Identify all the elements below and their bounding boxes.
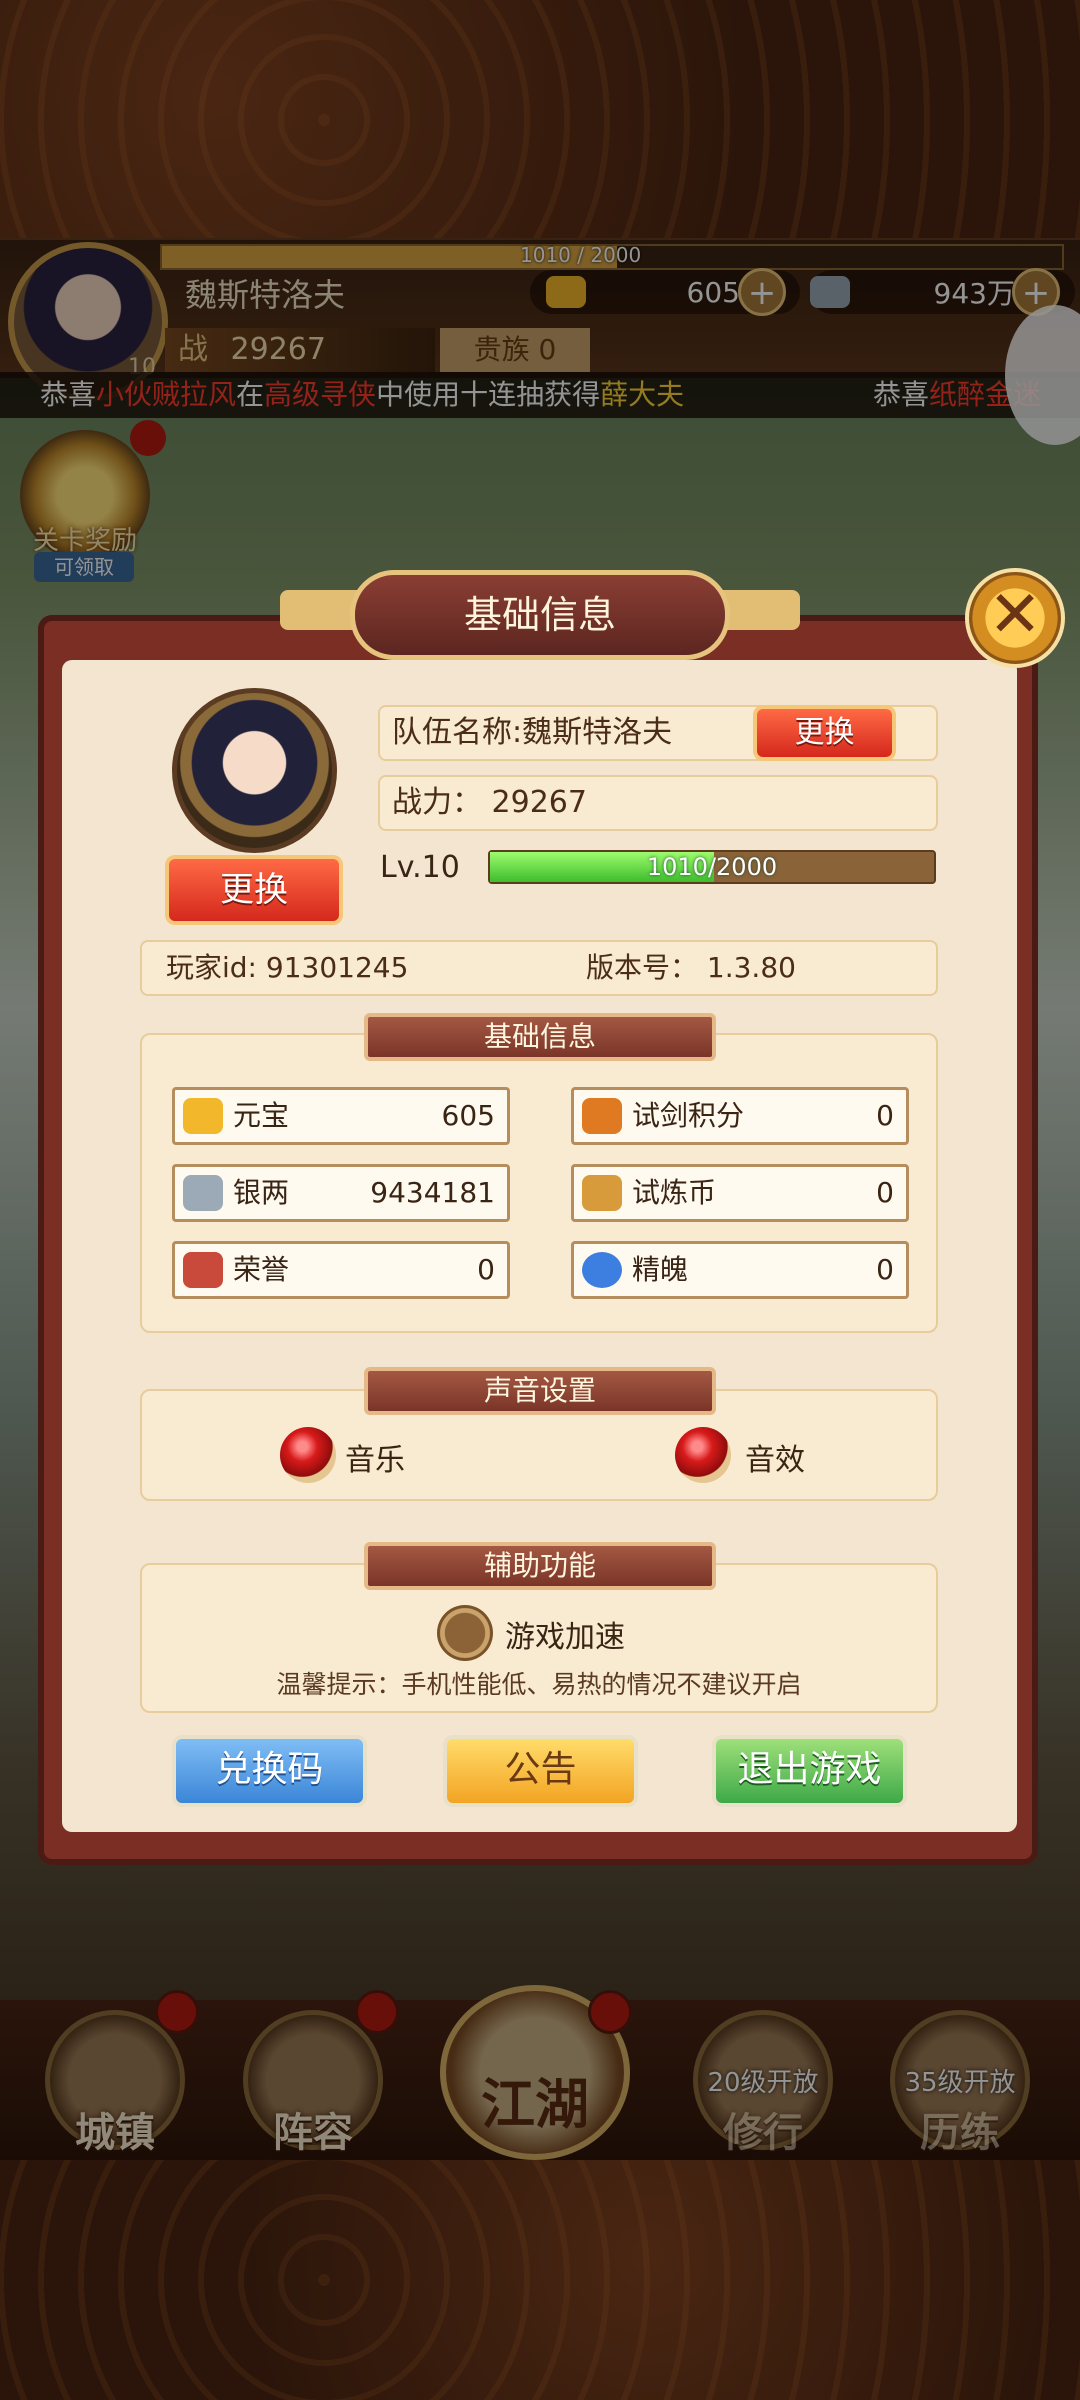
close-x-icon: ✕ <box>988 578 1042 652</box>
level-progress-text: 1010/2000 <box>646 853 778 881</box>
speed-label: 游戏加速 <box>505 1620 625 1655</box>
resource-value: 9434181 <box>370 1176 495 1209</box>
team-name-text: 队伍名称:魏斯特洛夫 <box>392 715 673 750</box>
sword-trial-icon <box>582 1098 622 1134</box>
resource-honor: 荣誉 0 <box>172 1241 510 1299</box>
resource-name: 试剑积分 <box>632 1099 745 1132</box>
resource-name: 银两 <box>233 1176 290 1209</box>
level-label: Lv.10 <box>380 850 460 885</box>
version-number: 版本号： 1.3.80 <box>586 951 796 984</box>
id-version-row: 玩家id: 91301245 版本号： 1.3.80 <box>140 940 938 996</box>
notice-button[interactable]: 公告 <box>443 1735 638 1807</box>
music-label: 音乐 <box>345 1443 405 1478</box>
power-row: 战力： 29267 <box>378 775 938 831</box>
gold-ingot-icon <box>183 1098 223 1134</box>
resource-spirit: 精魄 0 <box>571 1241 909 1299</box>
resource-value: 0 <box>876 1176 894 1209</box>
sfx-label: 音效 <box>745 1443 805 1478</box>
honor-icon <box>183 1252 223 1288</box>
speed-toggle[interactable] <box>437 1605 493 1661</box>
resource-silver: 银两 9434181 <box>172 1164 510 1222</box>
resource-value: 0 <box>876 1253 894 1286</box>
resource-name: 荣誉 <box>233 1253 290 1286</box>
player-avatar <box>172 688 337 853</box>
sound-title: 声音设置 <box>364 1367 716 1415</box>
modal-title: 基础信息 <box>350 570 730 660</box>
resource-sword-trial: 试剑积分 0 <box>571 1087 909 1145</box>
resource-value: 0 <box>477 1253 495 1286</box>
resource-name: 试炼币 <box>632 1176 717 1209</box>
sfx-toggle[interactable] <box>675 1427 731 1483</box>
speed-tip: 温馨提示：手机性能低、易热的情况不建议开启 <box>276 1670 802 1699</box>
player-id: 玩家id: 91301245 <box>166 951 409 984</box>
trial-coin-icon <box>582 1175 622 1211</box>
redeem-code-button[interactable]: 兑换码 <box>172 1735 367 1807</box>
resource-value: 0 <box>876 1099 894 1132</box>
change-name-button[interactable]: 更换 <box>753 705 896 761</box>
change-avatar-button[interactable]: 更换 <box>165 855 343 925</box>
resource-trial-coin: 试炼币 0 <box>571 1164 909 1222</box>
bottom-decor-band <box>0 2160 1080 2400</box>
resource-gold: 元宝 605 <box>172 1087 510 1145</box>
basic-info-title: 基础信息 <box>364 1013 716 1061</box>
close-button[interactable]: ✕ <box>965 568 1065 668</box>
resource-name: 元宝 <box>233 1099 290 1132</box>
spirit-icon <box>582 1252 622 1288</box>
resource-value: 605 <box>441 1099 495 1132</box>
assist-title: 辅助功能 <box>364 1542 716 1590</box>
music-toggle[interactable] <box>280 1427 336 1483</box>
quit-game-button[interactable]: 退出游戏 <box>712 1735 907 1807</box>
top-decor-band <box>0 0 1080 240</box>
resource-name: 精魄 <box>632 1253 689 1286</box>
silver-ingot-icon <box>183 1175 223 1211</box>
